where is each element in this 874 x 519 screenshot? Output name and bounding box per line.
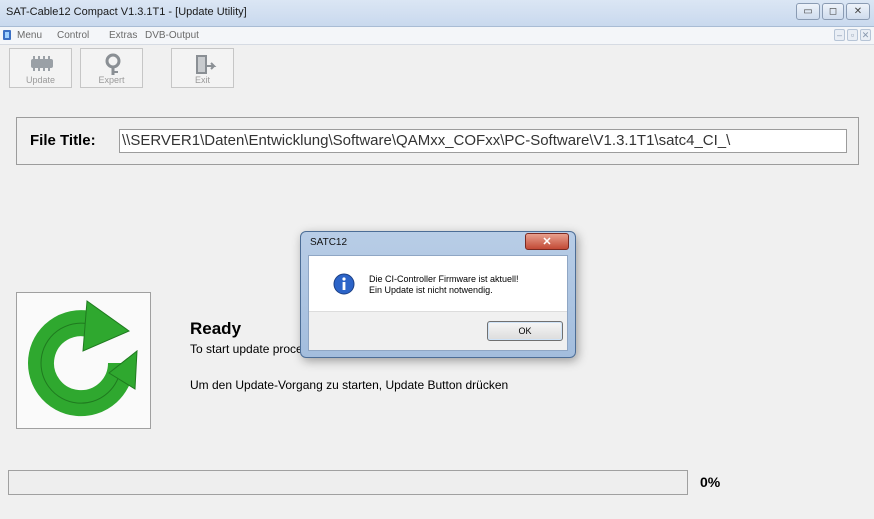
expert-button[interactable]: Expert (80, 48, 143, 88)
window-titlebar: SAT-Cable12 Compact V1.3.1T1 - [Update U… (0, 0, 874, 27)
menu-item-menu[interactable]: Menu (17, 30, 42, 41)
mdi-minimize-button[interactable]: – (834, 29, 845, 41)
status-icon-box (16, 292, 151, 429)
chip-icon (31, 56, 53, 71)
maximize-button[interactable]: ◻ (822, 3, 844, 20)
update-button[interactable]: Update (9, 48, 72, 88)
file-title-label: File Title: (30, 132, 96, 149)
key-icon (105, 53, 121, 75)
status-title: Ready (190, 319, 242, 338)
dialog-close-button[interactable]: ✕ (525, 233, 569, 250)
exit-button-label: Exit (194, 75, 210, 85)
progress-bar (8, 470, 688, 495)
menu-item-extras[interactable]: Extras (109, 30, 137, 41)
update-button-label: Update (25, 75, 56, 85)
menu-bar: Menu Control Extras DVB-Output – ▫ ✕ (0, 27, 874, 45)
expert-button-label: Expert (98, 75, 125, 85)
exit-door-icon (196, 55, 217, 74)
menu-item-dvb-output[interactable]: DVB-Output (145, 30, 199, 41)
dialog-title: SATC12 (310, 237, 348, 248)
file-path-field[interactable]: \\SERVER1\Daten\Entwicklung\Software\QAM… (119, 129, 847, 153)
minimize-button[interactable]: ▭ (796, 3, 820, 20)
status-message-german: Um den Update-Vorgang zu starten, Update… (190, 378, 509, 392)
mdi-close-button[interactable]: ✕ (860, 29, 871, 41)
exit-button[interactable]: Exit (171, 48, 234, 88)
dialog-footer: OK (309, 311, 567, 350)
menu-item-control[interactable]: Control (57, 30, 89, 41)
refresh-arrow-icon (28, 300, 138, 417)
progress-percent: 0% (700, 474, 721, 490)
message-dialog: SATC12 ✕ Die CI-Controller Firmware ist … (300, 231, 576, 358)
info-icon (333, 273, 355, 295)
dialog-message-line1: Die CI-Controller Firmware ist aktuell! (369, 274, 519, 284)
close-button[interactable]: ✕ (846, 3, 870, 20)
app-icon (3, 30, 11, 40)
window-title: SAT-Cable12 Compact V1.3.1T1 - [Update U… (6, 6, 247, 18)
mdi-restore-button[interactable]: ▫ (847, 29, 858, 41)
ok-button[interactable]: OK (487, 321, 563, 341)
dialog-body: Die CI-Controller Firmware ist aktuell! … (308, 255, 568, 351)
file-title-group: File Title: \\SERVER1\Daten\Entwicklung\… (16, 117, 859, 165)
dialog-message-line2: Ein Update ist nicht notwendig. (369, 285, 493, 295)
